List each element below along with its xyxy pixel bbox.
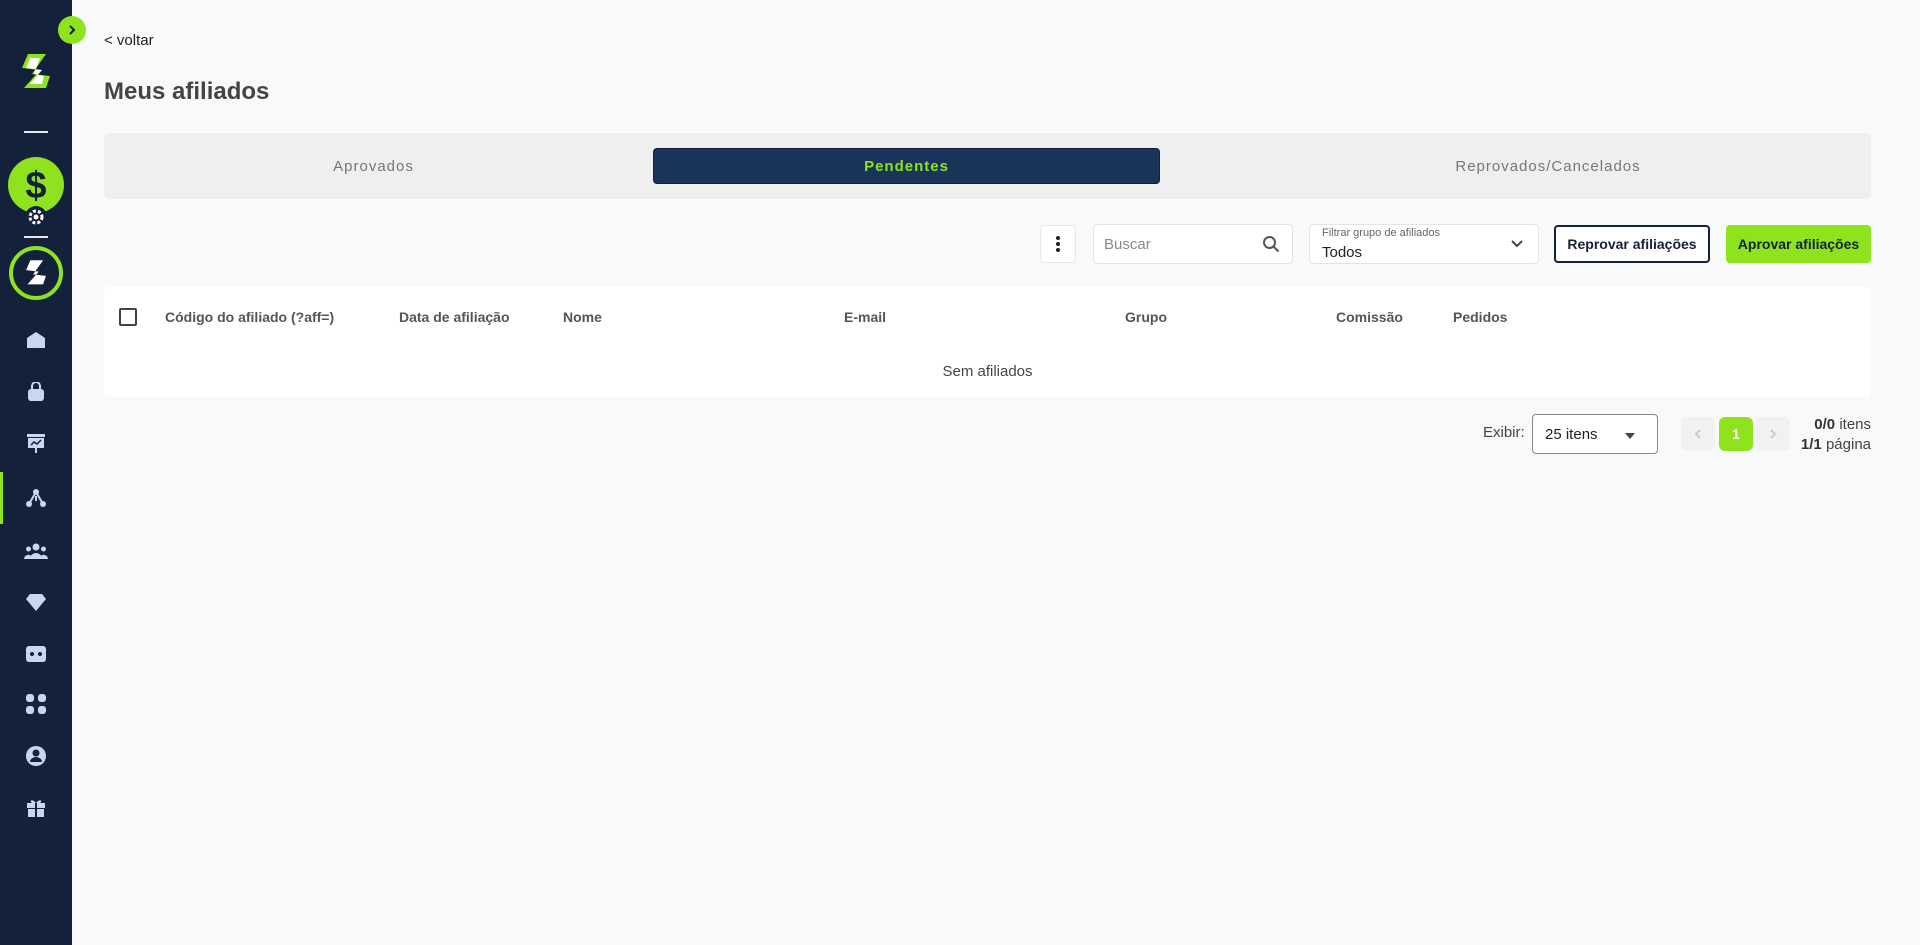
items-count-line: 0/0 itens	[1801, 415, 1871, 435]
apps-icon	[26, 694, 46, 714]
bag-icon	[28, 382, 44, 401]
sidebar-item-gifts[interactable]	[0, 786, 72, 830]
pages-suffix: página	[1825, 436, 1871, 453]
pages-count: 1/1	[1800, 436, 1822, 453]
sidebar-item-premium[interactable]	[0, 580, 72, 624]
sidebar-item-affiliates[interactable]	[0, 472, 72, 524]
sidebar-item-home[interactable]	[0, 318, 72, 362]
caret-down-icon	[1625, 433, 1635, 439]
previous-page-button[interactable]	[1681, 417, 1715, 451]
sidebar-item-reports[interactable]	[0, 421, 72, 465]
tab-reprovados-cancelados[interactable]: Reprovados/Cancelados	[1233, 148, 1863, 184]
column-header-commission[interactable]: Comissão	[1336, 309, 1403, 325]
sidebar-item-customers[interactable]	[0, 529, 72, 573]
search-box	[1093, 224, 1293, 264]
sidebar-item-account[interactable]	[0, 734, 72, 778]
presentation-icon	[27, 434, 45, 453]
sidebar-item-products[interactable]	[0, 370, 72, 414]
column-header-email[interactable]: E-mail	[844, 309, 886, 325]
affiliate-group-filter[interactable]: Filtrar grupo de afiliados Todos	[1309, 224, 1539, 264]
filter-value: Todos	[1322, 244, 1363, 261]
account-icon	[26, 746, 46, 766]
reject-affiliations-button[interactable]: Reprovar afiliações	[1554, 225, 1710, 263]
column-header-orders[interactable]: Pedidos	[1453, 309, 1507, 325]
current-page-button[interactable]: 1	[1719, 417, 1753, 451]
chevron-down-icon	[1511, 240, 1523, 248]
per-page-label: Exibir:	[1483, 424, 1525, 441]
empty-state-message: Sem afiliados	[942, 363, 1033, 380]
per-page-select[interactable]: 25 itens	[1532, 414, 1658, 454]
brand-logo-icon[interactable]	[9, 246, 63, 300]
sidebar-expand-button[interactable]	[58, 16, 86, 44]
items-count: 0/0	[1814, 416, 1836, 433]
sidebar: $	[0, 0, 72, 945]
tab-pendentes[interactable]: Pendentes	[653, 148, 1160, 184]
affiliates-icon	[26, 489, 46, 507]
sidebar-item-coupons[interactable]	[0, 632, 72, 676]
column-header-group[interactable]: Grupo	[1125, 309, 1167, 325]
sidebar-divider	[24, 236, 48, 238]
diamond-icon	[26, 594, 46, 611]
svg-text:$: $	[25, 165, 46, 206]
back-link[interactable]: < voltar	[104, 32, 154, 49]
approve-affiliations-button[interactable]: Aprovar afiliações	[1726, 225, 1871, 263]
column-header-code[interactable]: Código do afiliado (?aff=)	[165, 309, 334, 325]
dollar-icon[interactable]: $	[8, 157, 64, 213]
chevron-left-icon	[1694, 429, 1701, 439]
status-tabs: Aprovados Pendentes Reprovados/Cancelado…	[104, 133, 1871, 199]
sidebar-divider	[24, 131, 48, 133]
page-title: Meus afiliados	[104, 78, 270, 105]
more-vertical-icon	[1056, 236, 1060, 252]
logo-icon[interactable]	[16, 48, 56, 96]
ticket-icon	[26, 646, 46, 662]
search-input[interactable]	[1104, 225, 1254, 263]
per-page-value: 25 itens	[1545, 426, 1598, 443]
next-page-button[interactable]	[1756, 417, 1790, 451]
search-icon[interactable]	[1262, 235, 1280, 253]
items-suffix: itens	[1839, 416, 1871, 433]
pages-count-line: 1/1 página	[1801, 435, 1871, 455]
gift-icon	[27, 800, 45, 817]
affiliates-table: Código do afiliado (?aff=) Data de afili…	[104, 287, 1871, 397]
more-options-button[interactable]	[1040, 225, 1076, 263]
chevron-right-icon	[69, 25, 76, 35]
select-all-checkbox[interactable]	[119, 308, 137, 326]
users-icon	[24, 543, 48, 559]
gear-icon[interactable]	[25, 206, 47, 228]
column-header-name[interactable]: Nome	[563, 309, 602, 325]
home-icon	[27, 332, 45, 348]
column-header-date[interactable]: Data de afiliação	[399, 309, 510, 325]
sidebar-item-apps[interactable]	[0, 682, 72, 726]
filter-label: Filtrar grupo de afiliados	[1322, 227, 1441, 239]
chevron-right-icon	[1770, 429, 1777, 439]
tab-aprovados[interactable]: Aprovados	[120, 148, 627, 184]
pagination-info: 0/0 itens 1/1 página	[1801, 415, 1871, 455]
